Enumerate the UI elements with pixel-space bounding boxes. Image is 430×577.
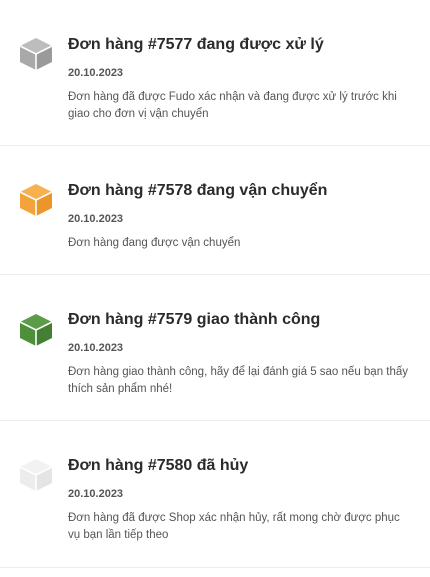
box-processing-icon [18,36,54,72]
notification-item-7578[interactable]: Đơn hàng #7578 đang vận chuyển 20.10.202… [0,146,430,275]
notification-date: 20.10.2023 [68,342,124,354]
notification-title: Đơn hàng #7580 đã hủy [68,457,249,474]
box-shipping-icon [18,182,54,218]
notification-title: Đơn hàng #7579 giao thành công [68,311,321,328]
notification-item-7577[interactable]: Đơn hàng #7577 đang được xử lý 20.10.202… [0,0,430,146]
notification-title: Đơn hàng #7577 đang được xử lý [68,36,324,53]
box-cancelled-icon [18,457,54,493]
notification-item-7580[interactable]: Đơn hàng #7580 đã hủy 20.10.2023 Đơn hàn… [0,421,430,568]
box-delivered-icon [18,312,54,348]
notification-description: Đơn hàng đã được Fudo xác nhận và đang đ… [68,91,397,120]
notification-description: Đơn hàng giao thành công, hãy để lại đán… [68,366,409,395]
notification-date: 20.10.2023 [68,213,124,225]
notification-title: Đơn hàng #7578 đang vận chuyển [68,182,328,199]
order-notification-list: Đơn hàng #7577 đang được xử lý 20.10.202… [0,0,430,577]
notification-date: 20.10.2023 [68,488,124,500]
notification-date: 20.10.2023 [68,67,124,79]
notification-item-7579[interactable]: Đơn hàng #7579 giao thành công 20.10.202… [0,275,430,421]
notification-description: Đơn hàng đang được vận chuyển [68,237,241,249]
notification-description: Đơn hàng đã được Shop xác nhận hủy, rất … [68,512,400,541]
